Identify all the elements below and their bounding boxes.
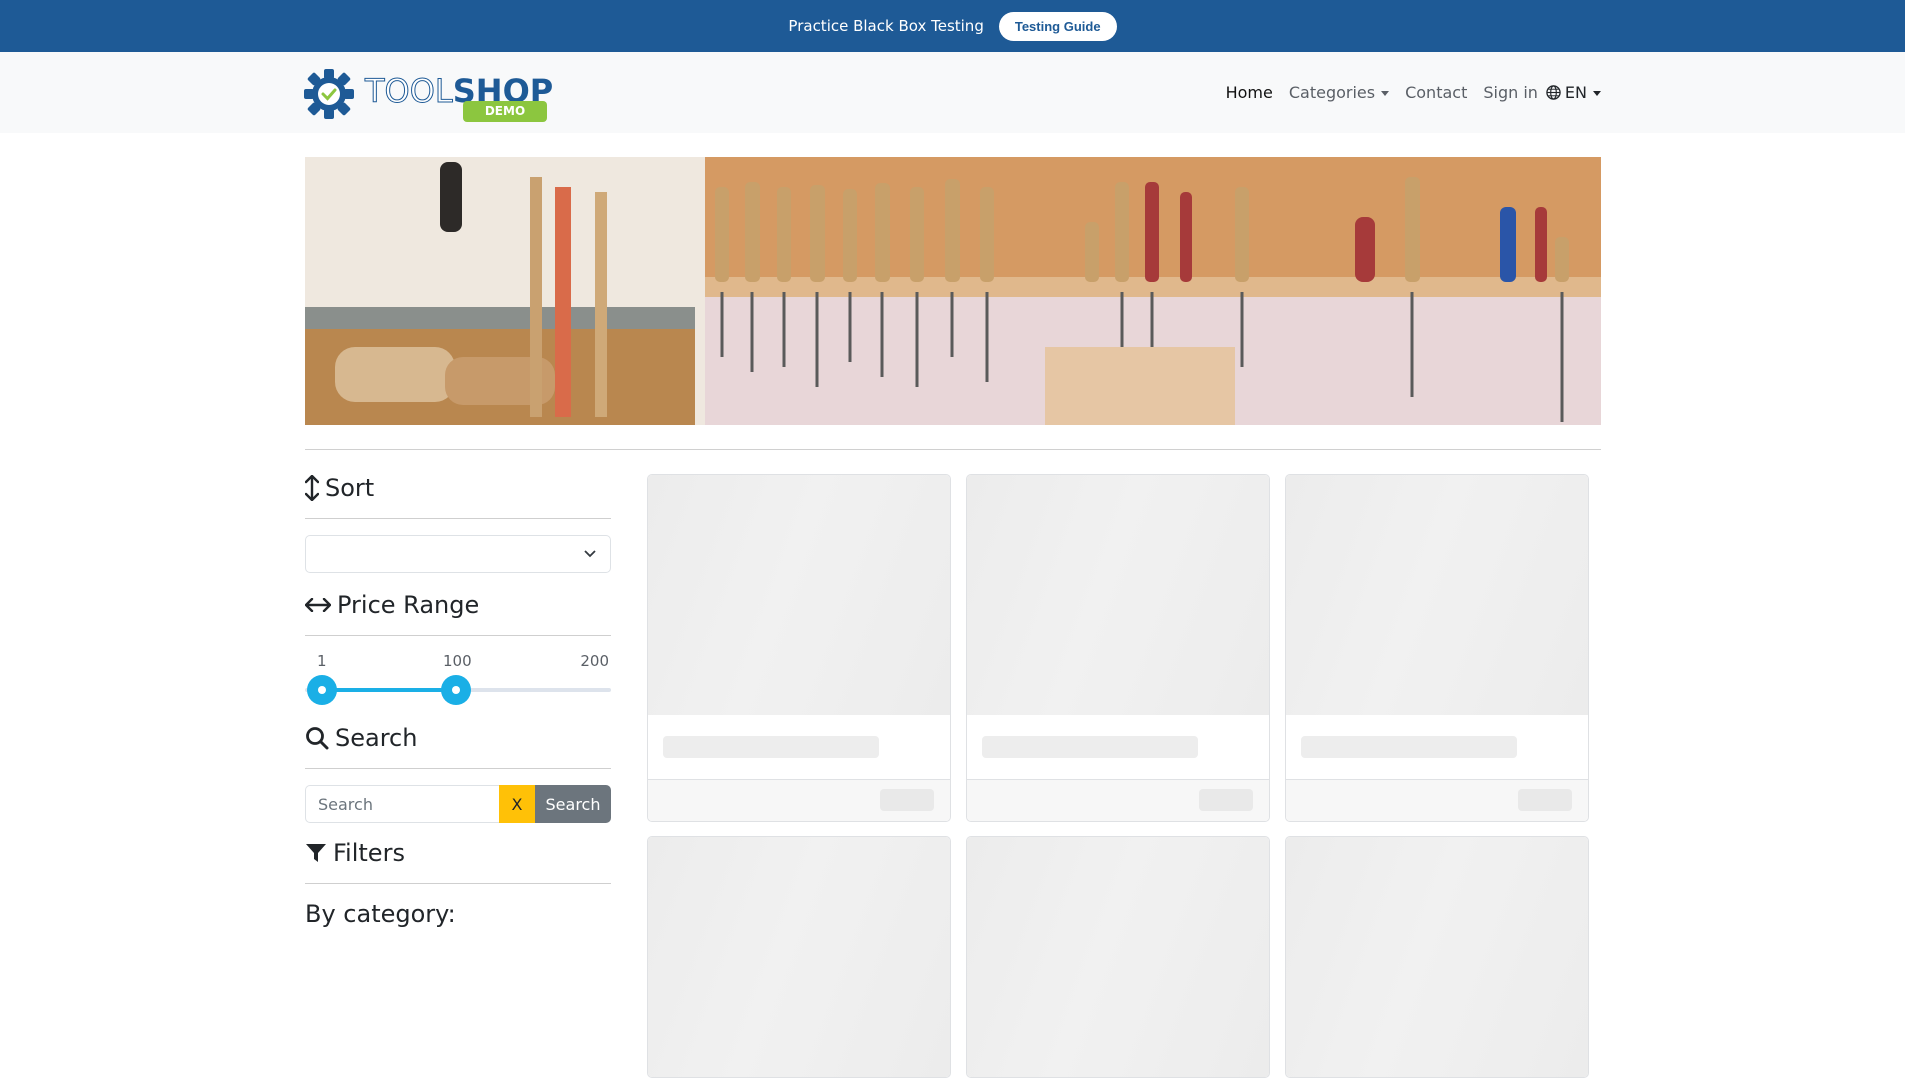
product-card-placeholder[interactable] bbox=[1285, 474, 1589, 822]
nav-categories-label: Categories bbox=[1288, 83, 1376, 102]
filters-title: Filters bbox=[333, 839, 405, 867]
search-input[interactable] bbox=[305, 785, 499, 823]
product-price-placeholder bbox=[1199, 789, 1253, 811]
logo-demo-badge: DEMO bbox=[463, 101, 547, 122]
price-high-label: 100 bbox=[443, 652, 472, 670]
search-icon bbox=[306, 727, 329, 750]
clear-search-button[interactable]: X bbox=[499, 785, 535, 823]
workshop-tools-illustration bbox=[305, 157, 1601, 425]
price-range-heading: Price Range bbox=[305, 587, 611, 623]
product-price-placeholder bbox=[880, 789, 934, 811]
caret-down-icon bbox=[1593, 91, 1601, 96]
product-card-placeholder[interactable] bbox=[1285, 836, 1589, 1078]
filter-sidebar: Sort Price Range 1 100 200 Search X Sear… bbox=[305, 470, 611, 928]
hero-banner-image bbox=[305, 157, 1601, 425]
language-label: EN bbox=[1564, 83, 1587, 102]
promo-banner: Practice Black Box Testing Testing Guide bbox=[0, 0, 1905, 52]
nav-links: Home Categories Contact Sign in EN bbox=[1226, 52, 1601, 133]
divider bbox=[305, 449, 1601, 450]
sort-select[interactable] bbox=[305, 535, 611, 573]
sort-vertical-icon bbox=[305, 475, 319, 501]
product-title-placeholder bbox=[1301, 736, 1517, 758]
search-button[interactable]: Search bbox=[535, 785, 611, 823]
arrows-horizontal-icon bbox=[305, 598, 331, 612]
product-title-placeholder bbox=[982, 736, 1198, 758]
price-range-slider bbox=[305, 672, 611, 706]
sort-heading: Sort bbox=[305, 470, 611, 506]
product-image-placeholder bbox=[1286, 837, 1588, 1077]
language-dropdown[interactable]: EN bbox=[1546, 83, 1601, 102]
search-title: Search bbox=[335, 724, 418, 752]
slider-selected-range bbox=[322, 688, 456, 692]
price-range-labels: 1 100 200 bbox=[305, 652, 611, 672]
by-category-heading: By category: bbox=[305, 900, 456, 928]
product-title-placeholder bbox=[663, 736, 879, 758]
section-divider bbox=[305, 768, 611, 769]
price-range-title: Price Range bbox=[337, 591, 480, 619]
globe-icon bbox=[1546, 85, 1561, 100]
product-image-placeholder bbox=[967, 837, 1269, 1077]
nav-home[interactable]: Home bbox=[1226, 83, 1273, 102]
search-form: X Search bbox=[305, 785, 611, 823]
testing-guide-button[interactable]: Testing Guide bbox=[998, 11, 1117, 41]
sort-title: Sort bbox=[325, 474, 375, 502]
product-card-placeholder[interactable] bbox=[966, 836, 1270, 1078]
caret-down-icon bbox=[1381, 91, 1390, 96]
product-card-placeholder[interactable] bbox=[647, 836, 951, 1078]
slider-handle-min[interactable] bbox=[307, 675, 337, 705]
nav-categories-dropdown[interactable]: Categories bbox=[1288, 83, 1390, 102]
filters-heading: Filters bbox=[305, 835, 611, 871]
toolshop-logo[interactable]: TOOLSHOP DEMO bbox=[303, 65, 553, 123]
chevron-down-icon bbox=[584, 550, 596, 558]
product-image-placeholder bbox=[648, 475, 950, 715]
section-divider bbox=[305, 518, 611, 519]
price-max-label: 200 bbox=[580, 652, 609, 670]
product-card-placeholder[interactable] bbox=[966, 474, 1270, 822]
product-price-placeholder bbox=[1518, 789, 1572, 811]
product-card-placeholder[interactable] bbox=[647, 474, 951, 822]
product-image-placeholder bbox=[648, 837, 950, 1077]
promo-text: Practice Black Box Testing bbox=[788, 17, 984, 35]
search-heading: Search bbox=[305, 720, 611, 756]
logo-word-tool: TOOL bbox=[365, 72, 454, 111]
price-min-label: 1 bbox=[317, 652, 327, 670]
nav-contact[interactable]: Contact bbox=[1405, 83, 1467, 102]
filter-funnel-icon bbox=[306, 844, 326, 862]
section-divider bbox=[305, 883, 611, 884]
product-image-placeholder bbox=[967, 475, 1269, 715]
section-divider bbox=[305, 635, 611, 636]
gear-logo-icon bbox=[304, 69, 354, 119]
navbar: TOOLSHOP DEMO Home Categories Contact Si… bbox=[0, 52, 1905, 133]
nav-sign-in[interactable]: Sign in bbox=[1483, 83, 1538, 102]
product-image-placeholder bbox=[1286, 475, 1588, 715]
slider-handle-max[interactable] bbox=[440, 675, 471, 705]
